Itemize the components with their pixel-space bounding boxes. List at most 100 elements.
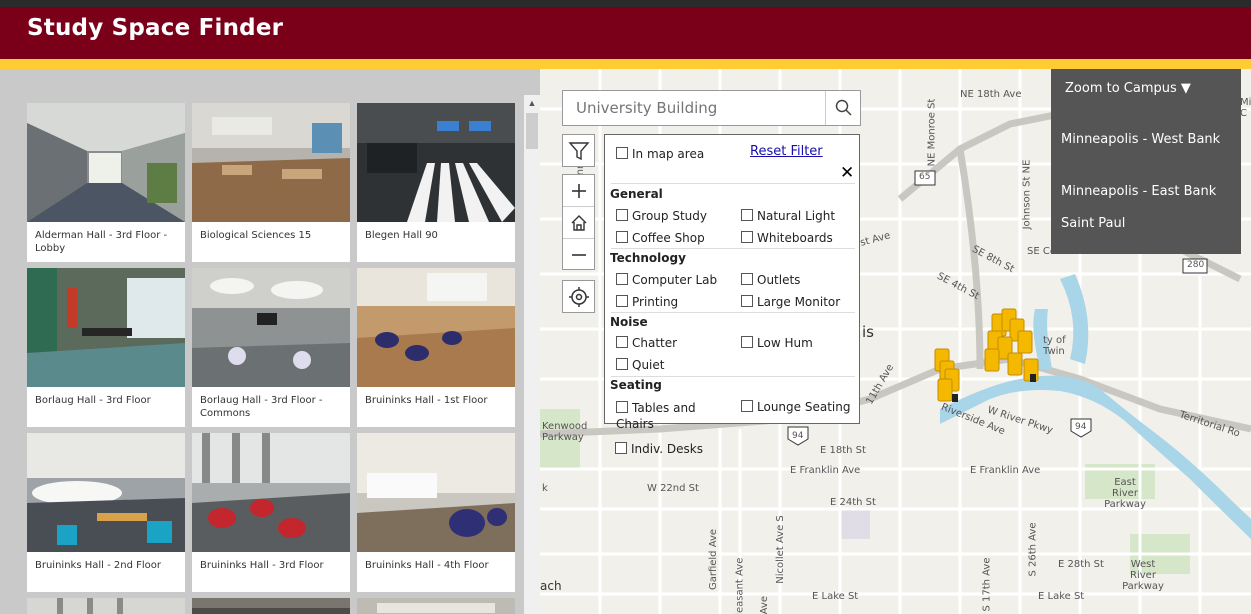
space-card[interactable]: Blegen Hall 90: [357, 103, 515, 262]
map-label: ty of Twin: [1043, 335, 1066, 357]
plus-icon: [571, 183, 586, 198]
space-card[interactable]: [192, 598, 350, 614]
checkbox-icon[interactable]: [616, 231, 628, 243]
space-name: Bruininks Hall - 3rd Floor: [200, 560, 324, 571]
space-card[interactable]: Bruininks Hall - 2nd Floor: [27, 433, 185, 592]
map-label: Kenwood Parkway: [542, 421, 588, 443]
map-label: Garfield Ave: [708, 528, 720, 591]
space-card[interactable]: Alderman Hall - 3rd Floor - Lobby: [27, 103, 185, 262]
section-title: General: [610, 187, 663, 201]
filter-icon: [567, 141, 590, 160]
filter-option[interactable]: Computer Lab: [616, 273, 717, 287]
space-photo: [27, 268, 185, 387]
space-photo: [357, 268, 515, 387]
checkbox-icon[interactable]: [741, 209, 753, 221]
space-photo: [357, 598, 515, 614]
campus-item-east-bank[interactable]: Minneapolis - East Bank: [1061, 182, 1239, 201]
checkbox-icon[interactable]: [741, 336, 753, 348]
home-icon: [571, 214, 586, 231]
space-card[interactable]: [357, 598, 515, 614]
zoom-controls: [562, 174, 595, 270]
space-card[interactable]: [27, 598, 185, 614]
in-map-area-checkbox[interactable]: In map area: [616, 147, 704, 161]
campus-item-saint-paul[interactable]: Saint Paul: [1061, 214, 1239, 233]
search-icon: [835, 99, 852, 116]
space-card[interactable]: Borlaug Hall - 3rd Floor - Commons: [192, 268, 350, 427]
scroll-up-icon[interactable]: ▲: [524, 95, 540, 111]
scroll-thumb[interactable]: [526, 113, 538, 149]
filter-option[interactable]: Outlets: [741, 273, 800, 287]
space-photo: [192, 268, 350, 387]
checkbox-icon[interactable]: [616, 358, 628, 370]
checkbox-icon[interactable]: [741, 231, 753, 243]
checkbox-icon[interactable]: [616, 401, 628, 413]
map-label: Nicollet Ave S: [774, 515, 786, 584]
checkbox-icon[interactable]: [616, 273, 628, 285]
filter-option[interactable]: Lounge Seating: [741, 400, 850, 414]
zoom-out-button[interactable]: [563, 239, 594, 271]
reset-filter-link[interactable]: Reset Filter: [750, 144, 823, 159]
map-label: Mi C: [1240, 97, 1251, 119]
checkbox-icon[interactable]: [741, 295, 753, 307]
space-card[interactable]: Bruininks Hall - 1st Floor: [357, 268, 515, 427]
checkbox-icon[interactable]: [616, 295, 628, 307]
space-name: Borlaug Hall - 3rd Floor - Commons: [200, 395, 323, 419]
map-label: S 17th Ave: [981, 557, 993, 612]
map-label: W 22nd St: [647, 483, 699, 494]
filter-option[interactable]: Whiteboards: [741, 231, 833, 245]
map-label: E 24th St: [830, 497, 876, 508]
space-name: Blegen Hall 90: [365, 230, 438, 241]
zoom-to-campus-toggle[interactable]: Zoom to Campus ▼: [1065, 81, 1191, 96]
building-search[interactable]: [562, 90, 861, 126]
highway-shield: 94: [1075, 422, 1087, 432]
zoom-in-button[interactable]: [563, 175, 594, 207]
space-card[interactable]: Bruininks Hall - 3rd Floor: [192, 433, 350, 592]
space-photo: [357, 433, 515, 552]
study-space-list[interactable]: Alderman Hall - 3rd Floor - Lobby Biolog…: [0, 69, 540, 614]
close-filter-icon[interactable]: ✕: [840, 163, 854, 183]
filter-option[interactable]: Natural Light: [741, 209, 835, 223]
map-label: ach: [540, 579, 562, 593]
filter-option[interactable]: Tables and Chairs: [616, 400, 726, 432]
list-scrollbar[interactable]: ▲: [524, 95, 540, 614]
space-photo: [357, 103, 515, 222]
search-input[interactable]: [563, 91, 825, 125]
space-card[interactable]: Biological Sciences 15: [192, 103, 350, 262]
map-label: E 28th St: [1058, 559, 1104, 570]
checkbox-icon[interactable]: [616, 336, 628, 348]
checkbox-icon[interactable]: [741, 273, 753, 285]
filter-option[interactable]: Chatter: [616, 336, 677, 350]
checkbox-icon[interactable]: [616, 209, 628, 221]
space-card[interactable]: Bruininks Hall - 4th Floor: [357, 433, 515, 592]
space-name: Bruininks Hall - 2nd Floor: [35, 560, 161, 571]
filter-option[interactable]: Indiv. Desks: [615, 442, 703, 456]
space-photo: [27, 103, 185, 222]
filter-option[interactable]: Low Hum: [741, 336, 813, 350]
section-title: Noise: [610, 315, 648, 329]
highway-shield: 94: [792, 431, 804, 441]
space-photo: [192, 598, 350, 614]
filter-option[interactable]: Coffee Shop: [616, 231, 705, 245]
highway-shield: 280: [1187, 260, 1205, 270]
map-label: S Pleasant Ave: [734, 557, 746, 614]
gold-accent-bar: [0, 59, 1251, 69]
section-title: Seating: [610, 378, 662, 392]
filter-option[interactable]: Quiet: [616, 358, 664, 372]
space-card[interactable]: Borlaug Hall - 3rd Floor: [27, 268, 185, 427]
search-button[interactable]: [825, 91, 861, 125]
filter-button[interactable]: [562, 134, 595, 167]
app-header: Study Space Finder: [0, 7, 1251, 59]
locate-button[interactable]: [562, 280, 595, 313]
home-button[interactable]: [563, 207, 594, 239]
map-label: 1st Ave: [759, 596, 770, 614]
filter-option[interactable]: Group Study: [616, 209, 707, 223]
filter-option[interactable]: Large Monitor: [741, 295, 840, 309]
space-photo: [27, 598, 185, 614]
filter-option[interactable]: Printing: [616, 295, 678, 309]
checkbox-icon[interactable]: [616, 147, 628, 159]
map-label: k: [542, 483, 548, 494]
campus-item-west-bank[interactable]: Minneapolis - West Bank: [1061, 130, 1239, 149]
top-edge: [0, 0, 1251, 7]
checkbox-icon[interactable]: [741, 400, 753, 412]
checkbox-icon[interactable]: [615, 442, 627, 454]
